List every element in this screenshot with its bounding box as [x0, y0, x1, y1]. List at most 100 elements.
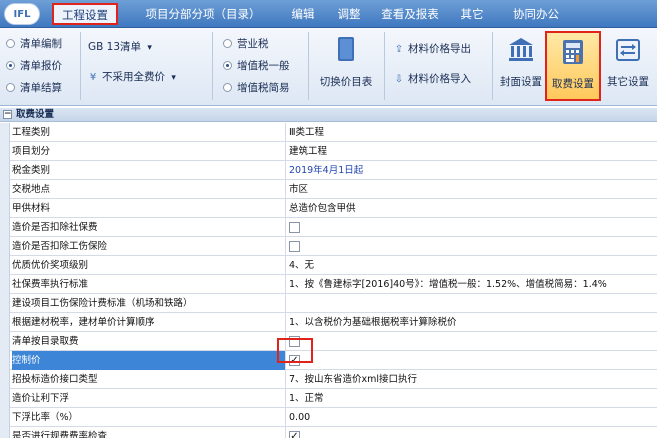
menu-edit[interactable]: 编辑 — [283, 0, 323, 28]
radio-tax-vat-simple[interactable]: 增值税简易 — [223, 79, 290, 97]
property-row[interactable]: 建设项目工伤保险计费标准（机场和铁路） — [0, 294, 657, 313]
row-gutter — [0, 427, 10, 438]
fee-mode-dropdown[interactable]: ¥ 不采用全费价 ▾ — [88, 68, 176, 86]
row-gutter — [0, 199, 10, 218]
menu-project-items[interactable]: 项目分部分项（目录） — [128, 0, 278, 28]
property-name: 社保费率执行标准 — [12, 275, 286, 294]
property-value[interactable]: 0.00 — [289, 408, 310, 427]
row-gutter — [0, 294, 10, 313]
property-row[interactable]: 是否进行规费费率检查 ✓ — [0, 427, 657, 438]
app-logo: IFL — [4, 3, 40, 25]
row-gutter — [0, 332, 10, 351]
property-row[interactable]: 优质优价奖项级别 4、无 — [0, 256, 657, 275]
highlight-box — [277, 338, 313, 363]
row-gutter — [0, 180, 10, 199]
row-gutter — [0, 123, 10, 142]
row-gutter — [0, 218, 10, 237]
property-name: 造价是否扣除社保费 — [12, 218, 286, 237]
checkbox[interactable] — [289, 241, 300, 252]
property-name: 控制价 — [12, 351, 286, 370]
property-row[interactable]: 清单按目录取费 — [0, 332, 657, 351]
checkbox[interactable] — [289, 222, 300, 233]
menu-other[interactable]: 其它 — [452, 0, 492, 28]
property-name: 清单按目录取费 — [12, 332, 286, 351]
property-name: 甲供材料 — [12, 199, 286, 218]
property-row[interactable]: 造价是否扣除工伤保险 — [0, 237, 657, 256]
cover-settings-button[interactable]: 封面设置 — [496, 31, 546, 101]
upload-icon: ⇪ — [394, 44, 404, 55]
export-material-price-button[interactable]: ⇪ 材料价格导出 — [394, 40, 471, 58]
property-name: 交税地点 — [12, 180, 286, 199]
property-value[interactable]: 1、按《鲁建标字[2016]40号》：增值税一般：1.52%、增值税简易：1.4… — [289, 275, 607, 294]
property-name: 根据建材税率，建材单价计算顺序 — [12, 313, 286, 332]
row-gutter — [0, 408, 10, 427]
property-row[interactable]: 工程类别 Ⅲ类工程 — [0, 123, 657, 142]
menu-collaboration[interactable]: 协同办公 — [503, 0, 569, 28]
menu-view-reports[interactable]: 查看及报表 — [372, 0, 448, 28]
property-value[interactable]: Ⅲ类工程 — [289, 123, 324, 142]
switch-price-catalog-button[interactable]: 切换价目表 — [312, 31, 380, 101]
row-gutter — [0, 389, 10, 408]
radio-selected-icon — [6, 61, 15, 70]
property-row[interactable]: 税金类别 2019年4月1日起 — [0, 161, 657, 180]
row-gutter — [0, 256, 10, 275]
property-row[interactable]: 项目划分 建筑工程 — [0, 142, 657, 161]
property-row[interactable]: 社保费率执行标准 1、按《鲁建标字[2016]40号》：增值税一般：1.52%、增… — [0, 275, 657, 294]
import-material-price-button[interactable]: ⇩ 材料价格导入 — [394, 70, 471, 88]
property-name: 下浮比率（%） — [12, 408, 286, 427]
property-value[interactable]: 市区 — [289, 180, 308, 199]
collapse-icon[interactable]: − — [3, 110, 12, 119]
checkbox-checked[interactable]: ✓ — [289, 431, 300, 438]
property-row[interactable]: 造价是否扣除社保费 — [0, 218, 657, 237]
property-value[interactable]: 建筑工程 — [289, 142, 327, 161]
radio-bill-compile[interactable]: 清单编制 — [6, 35, 62, 53]
row-gutter — [0, 161, 10, 180]
radio-tax-business[interactable]: 营业税 — [223, 35, 269, 53]
radio-icon — [6, 83, 15, 92]
property-row[interactable]: 招投标造价接口类型 7、按山东省造价xml接口执行 — [0, 370, 657, 389]
property-name: 税金类别 — [12, 161, 286, 180]
radio-tax-vat-general[interactable]: 增值税一般 — [223, 57, 290, 75]
property-row[interactable]: 造价让利下浮 1、正常 — [0, 389, 657, 408]
menu-adjust[interactable]: 调整 — [329, 0, 369, 28]
property-value[interactable]: 4、无 — [289, 256, 314, 275]
other-settings-button[interactable]: 其它设置 — [603, 31, 653, 101]
property-value[interactable]: 1、正常 — [289, 389, 324, 408]
standard-dropdown[interactable]: GB 13清单 ▾ — [88, 38, 152, 56]
bank-icon — [509, 38, 533, 61]
property-name: 建设项目工伤保险计费标准（机场和铁路） — [12, 294, 286, 313]
row-gutter — [0, 351, 10, 370]
property-value[interactable]: 2019年4月1日起 — [289, 161, 363, 180]
property-name: 是否进行规费费率检查 — [12, 427, 286, 438]
radio-icon — [6, 39, 15, 48]
panel-title: 取费设置 — [16, 109, 55, 120]
fee-settings-button[interactable]: 取费设置 — [545, 31, 601, 101]
row-gutter — [0, 370, 10, 389]
property-name: 优质优价奖项级别 — [12, 256, 286, 275]
property-value[interactable]: 总造价包含甲供 — [289, 199, 356, 218]
property-name: 工程类别 — [12, 123, 286, 142]
download-icon: ⇩ — [394, 74, 404, 85]
menu-project-settings[interactable]: 工程设置 — [52, 3, 118, 25]
radio-bill-quote[interactable]: 清单报价 — [6, 57, 62, 75]
fee-settings-panel-header: − 取费设置 — [0, 108, 657, 122]
property-name: 招投标造价接口类型 — [12, 370, 286, 389]
property-value[interactable]: 7、按山东省造价xml接口执行 — [289, 370, 417, 389]
property-value[interactable]: 1、以含税价为基础根据税率计算除税价 — [289, 313, 457, 332]
radio-icon — [223, 39, 232, 48]
currency-icon: ¥ — [89, 72, 97, 83]
property-name: 造价是否扣除工伤保险 — [12, 237, 286, 256]
check-icon: ✓ — [290, 431, 299, 438]
chevron-down-icon: ▾ — [171, 73, 176, 83]
property-row[interactable]: 甲供材料 总造价包含甲供 — [0, 199, 657, 218]
property-row[interactable]: 交税地点 市区 — [0, 180, 657, 199]
settings-panel-icon — [616, 39, 640, 61]
radio-selected-icon — [223, 61, 232, 70]
radio-bill-settle[interactable]: 清单结算 — [6, 79, 62, 97]
property-row[interactable]: 下浮比率（%） 0.00 — [0, 408, 657, 427]
calculator-icon — [563, 40, 583, 64]
property-row[interactable]: 控制价 ✓ — [0, 351, 657, 370]
book-icon — [338, 37, 354, 61]
property-row[interactable]: 根据建材税率，建材单价计算顺序 1、以含税价为基础根据税率计算除税价 — [0, 313, 657, 332]
ribbon-toolbar: 清单编制 清单报价 清单结算 GB 13清单 ▾ ¥ 不采用全费价 ▾ 营业税 增… — [0, 28, 657, 106]
